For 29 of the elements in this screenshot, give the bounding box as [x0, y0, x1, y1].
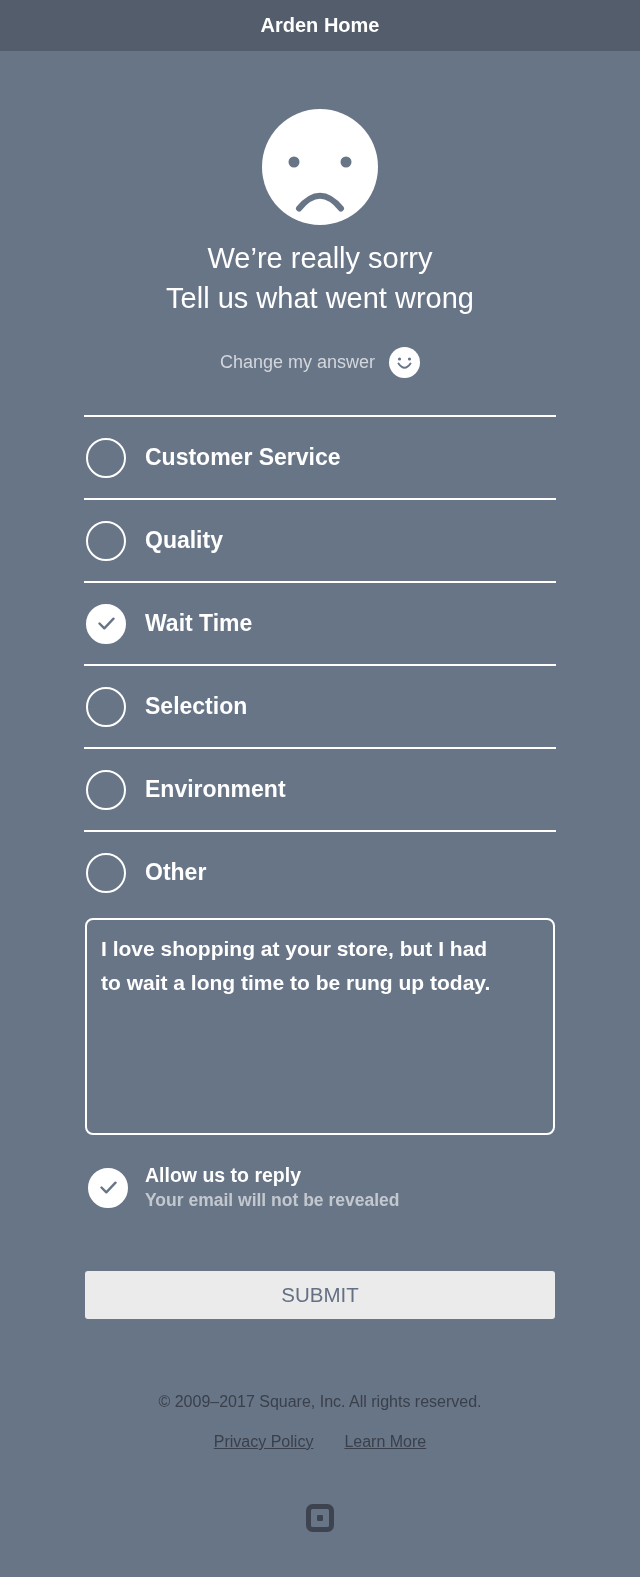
reason-checkbox[interactable]	[86, 437, 126, 478]
reason-checkbox[interactable]	[86, 769, 126, 810]
reason-checkbox[interactable]	[86, 852, 126, 893]
reply-hint: Your email will not be revealed	[145, 1190, 400, 1211]
headline: We’re really sorry	[207, 241, 433, 276]
reason-checkbox[interactable]	[86, 520, 126, 561]
reason-checkbox[interactable]	[86, 686, 126, 727]
check-icon	[97, 617, 115, 630]
subheadline: Tell us what went wrong	[166, 281, 474, 316]
smiley-face-icon[interactable]	[389, 347, 421, 378]
reason-checkbox[interactable]	[86, 603, 126, 644]
copyright-text: © 2009–2017 Square, Inc. All rights reserved.	[158, 1392, 482, 1412]
change-answer-link[interactable]: Change my answer	[219, 352, 376, 373]
reply-label: Allow us to reply	[145, 1164, 303, 1187]
sad-face-icon	[262, 109, 378, 225]
comment-field[interactable]: I love shopping at your store, but I had to wait a long time to be rung up today.	[85, 918, 555, 1135]
store-title: Arden Home	[260, 14, 380, 37]
reason-label: Selection	[145, 693, 248, 720]
submit-button[interactable]: SUBMIT	[85, 1271, 555, 1319]
footer-link[interactable]: Learn More	[344, 1432, 427, 1452]
logo-icon	[306, 1504, 334, 1532]
reason-label: Customer Service	[145, 444, 341, 471]
footer-link[interactable]: Privacy Policy	[213, 1432, 314, 1452]
reason-label: Wait Time	[145, 610, 253, 637]
reason-label: Quality	[145, 527, 223, 554]
check-icon	[99, 1181, 117, 1194]
reason-label: Other	[145, 859, 207, 886]
reply-checkbox[interactable]	[88, 1167, 128, 1208]
reason-label: Environment	[145, 776, 286, 803]
